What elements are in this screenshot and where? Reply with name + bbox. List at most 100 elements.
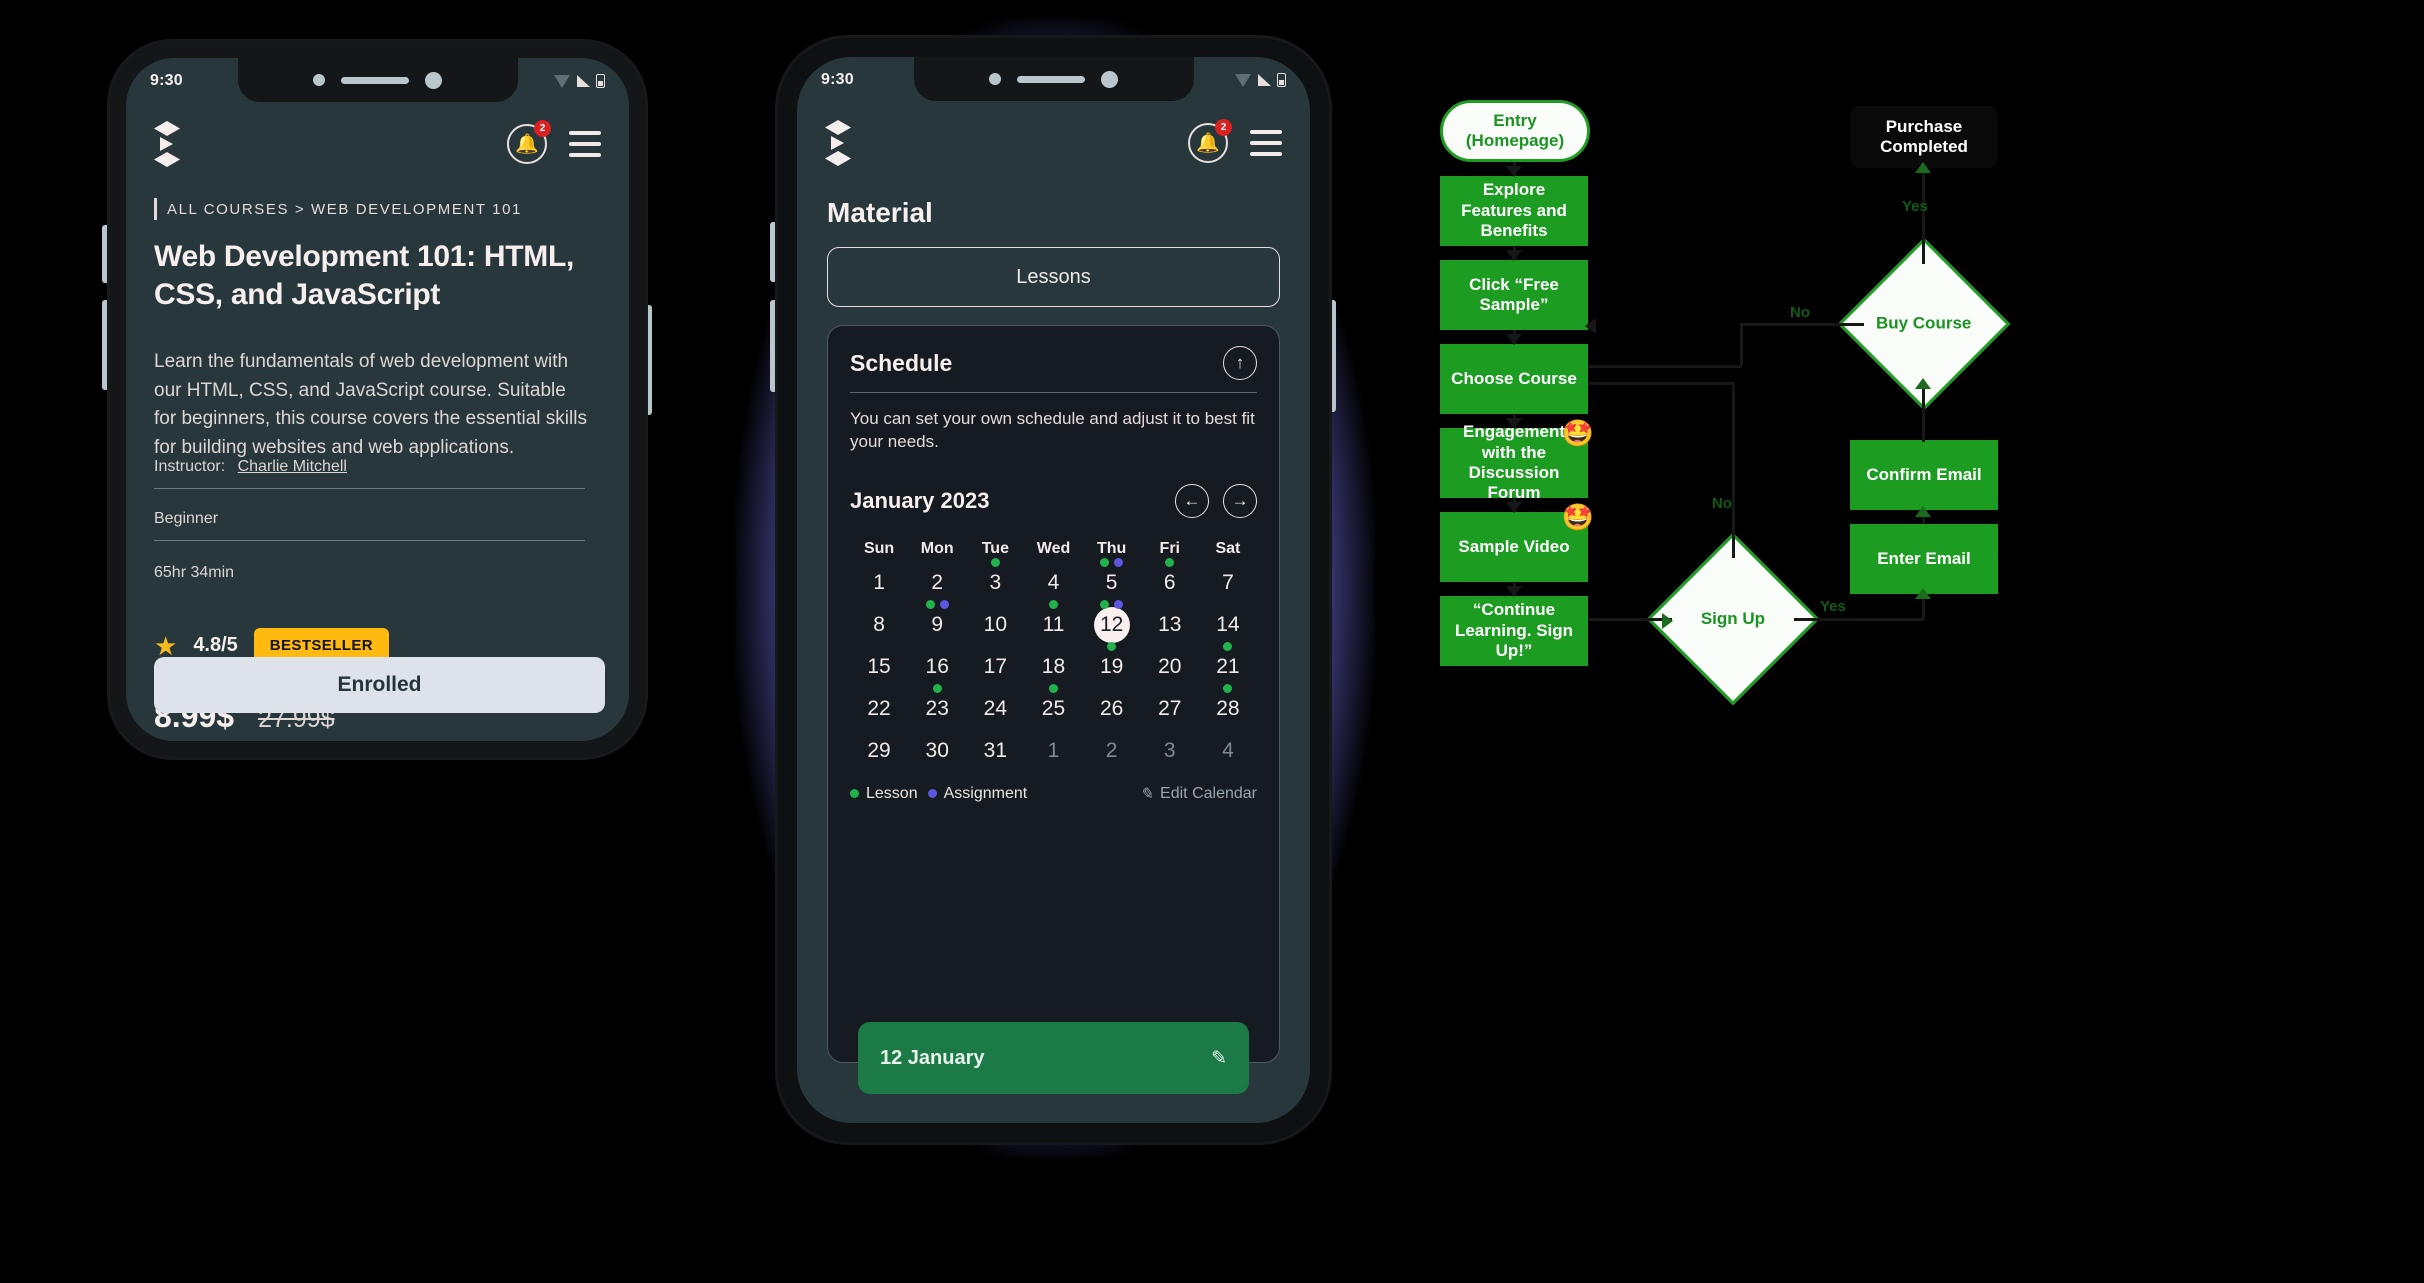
flow-node-enter-email-label: Enter Email — [1877, 548, 1971, 568]
calendar-day-cell[interactable]: 1 — [1024, 730, 1082, 772]
calendar-day-cell[interactable]: 25 — [1024, 683, 1082, 730]
phone1-app-bar: 🔔 2 — [126, 114, 629, 174]
edit-pencil-icon: ✎ — [1139, 785, 1154, 803]
calendar-day-cell[interactable]: 3 — [1141, 730, 1199, 772]
flow-node-enter-email[interactable]: Enter Email — [1850, 524, 1998, 594]
flow-node-free-sample[interactable]: Click “Free Sample” — [1440, 260, 1588, 330]
schedule-subtext: You can set your own schedule and adjust… — [850, 409, 1255, 452]
arrow-up-circle-icon[interactable]: ↑ — [1223, 346, 1257, 380]
calendar-day-selected: 12 — [1093, 606, 1130, 643]
instructor-row: Instructor: Charlie Mitchell — [154, 458, 585, 489]
calendar-day-cell[interactable]: 16 — [908, 646, 966, 688]
calendar-day-number: 3 — [989, 570, 1002, 594]
edge-label-signup-no: No — [1712, 495, 1732, 512]
calendar-day-cell[interactable]: 15 — [850, 646, 908, 688]
calendar-day-markers — [1199, 641, 1257, 651]
calendar-day-number: 30 — [925, 738, 949, 762]
calendar-day-cell[interactable]: 4 — [1024, 562, 1082, 604]
calendar-day-cell[interactable]: 5 — [1083, 557, 1141, 604]
calendar-day-cell[interactable]: 1 — [850, 562, 908, 604]
calendar-day-cell[interactable]: 24 — [966, 688, 1024, 730]
phone1-screen: 9:30 🔔 2 ALL COURSES > WEB DEVELOPMENT 1… — [126, 58, 629, 741]
edge-buy-no-tail — [1588, 365, 1742, 368]
breadcrumb[interactable]: ALL COURSES > WEB DEVELOPMENT 101 — [126, 198, 629, 220]
notifications-button[interactable]: 🔔 2 — [1188, 119, 1232, 163]
calendar-day-cell[interactable]: 6 — [1141, 557, 1199, 604]
wifi-icon — [554, 75, 571, 88]
calendar-day-cell[interactable]: 8 — [850, 604, 908, 646]
flow-node-explore[interactable]: Explore Features and Benefits — [1440, 176, 1588, 246]
calendar-weekday: Sun — [863, 539, 895, 557]
calendar-day-cell[interactable]: 17 — [966, 646, 1024, 688]
lesson-dot-icon — [925, 599, 935, 609]
enrolled-button[interactable]: Enrolled — [154, 657, 605, 713]
calendar-day-cell[interactable]: 4 — [1199, 730, 1257, 772]
calendar-day-number: 5 — [1105, 570, 1118, 594]
calendar-day-cell[interactable]: 19 — [1083, 641, 1141, 688]
calendar-day-cell[interactable]: 7 — [1199, 562, 1257, 604]
flow-node-confirm-email[interactable]: Confirm Email — [1850, 440, 1998, 510]
calendar-day-cell[interactable]: 20 — [1141, 646, 1199, 688]
calendar-day-cell[interactable]: 22 — [850, 688, 908, 730]
flow-node-continue-learning-label: “Continue Learning. Sign Up!” — [1454, 600, 1574, 661]
assignment-dot-icon — [927, 789, 937, 799]
calendar-day-cell[interactable]: 27 — [1141, 688, 1199, 730]
assignment-dot-icon — [939, 599, 949, 609]
calendar-day-cell[interactable]: 30 — [908, 730, 966, 772]
calendar-day-cell[interactable]: 3 — [966, 557, 1024, 604]
calendar-day-cell[interactable]: 12 — [1083, 599, 1141, 646]
calendar-week-row: 8 9 10 11 12 13 14 — [850, 599, 1257, 646]
legend-assignment-label: Assignment — [943, 784, 1028, 802]
calendar-week-row: 1 2 3 4 5 6 7 — [850, 557, 1257, 604]
flow-node-continue-learning[interactable]: “Continue Learning. Sign Up!” — [1440, 596, 1588, 666]
instructor-link[interactable]: Charlie Mitchell — [238, 458, 347, 475]
edit-pencil-icon[interactable]: ✎ — [1211, 1047, 1227, 1070]
battery-icon — [596, 74, 605, 88]
calendar-day-number: 22 — [867, 696, 891, 720]
calendar-day-cell[interactable]: 10 — [966, 604, 1024, 646]
calendar-day-cell[interactable]: 29 — [850, 730, 908, 772]
arrowhead-icon — [1915, 378, 1931, 389]
calendar-day-cell[interactable]: 31 — [966, 730, 1024, 772]
flow-node-entry[interactable]: Entry (Homepage) — [1440, 100, 1590, 162]
flow-node-purchase-completed[interactable]: Purchase Completed — [1850, 106, 1998, 168]
calendar-day-cell[interactable]: 21 — [1199, 641, 1257, 688]
calendar-day-cell[interactable]: 23 — [908, 683, 966, 730]
phone-material: 9:30 🔔 2 Material Lessons Schedule ↑ You… — [778, 38, 1329, 1142]
edit-calendar-button[interactable]: ✎ Edit Calendar — [1140, 784, 1257, 804]
notifications-button[interactable]: 🔔 2 — [507, 120, 551, 164]
phone-course-detail: 9:30 🔔 2 ALL COURSES > WEB DEVELOPMENT 1… — [110, 42, 645, 757]
app-logo-icon[interactable] — [154, 121, 180, 167]
calendar-body: 1 2 3 4 5 6 7 8 9 10 11 12 13 14 15 16 17 18 19 20 21 22 23 24 2… — [850, 557, 1257, 772]
flow-node-engagement[interactable]: Engagement with the Discussion Forum 🤩 — [1440, 418, 1594, 502]
hamburger-menu-icon[interactable] — [1250, 130, 1282, 156]
arrow-right-circle-icon[interactable]: → — [1223, 483, 1257, 518]
arrow-left-circle-icon[interactable]: ← — [1175, 483, 1209, 518]
phone2-app-bar: 🔔 2 — [797, 113, 1310, 173]
calendar-day-cell[interactable]: 28 — [1199, 683, 1257, 730]
phone1-notch — [237, 58, 518, 102]
earpiece-speaker — [341, 76, 409, 84]
lesson-dot-icon — [1223, 683, 1233, 693]
calendar-day-cell[interactable]: 26 — [1083, 688, 1141, 730]
status-icons — [1235, 73, 1286, 87]
lessons-button[interactable]: Lessons — [827, 247, 1280, 307]
hamburger-menu-icon[interactable] — [569, 131, 601, 157]
arrowhead-icon — [1506, 334, 1522, 345]
calendar-day-cell[interactable]: 13 — [1141, 604, 1199, 646]
app-logo-icon[interactable] — [825, 120, 851, 166]
calendar-day-markers — [908, 599, 966, 609]
calendar-day-number: 18 — [1041, 654, 1066, 678]
calendar-day-markers — [1083, 557, 1141, 567]
flow-node-buy-course-label: Buy Course — [1876, 313, 1972, 333]
calendar-day-cell[interactable]: 11 — [1024, 599, 1082, 646]
calendar-day-cell[interactable]: 2 — [1083, 730, 1141, 772]
calendar-day-cell[interactable]: 18 — [1024, 646, 1082, 688]
calendar-day-cell[interactable]: 2 — [908, 562, 966, 604]
selected-day-bar[interactable]: 12 January ✎ — [858, 1022, 1249, 1094]
calendar-day-cell[interactable]: 9 — [908, 599, 966, 646]
flow-node-choose-course[interactable]: Choose Course — [1440, 344, 1588, 414]
flow-node-sample-video[interactable]: Sample Video 🤩 — [1440, 502, 1594, 582]
calendar-day-cell[interactable]: 14 — [1199, 604, 1257, 646]
calendar-day-number: 2 — [1105, 738, 1118, 762]
